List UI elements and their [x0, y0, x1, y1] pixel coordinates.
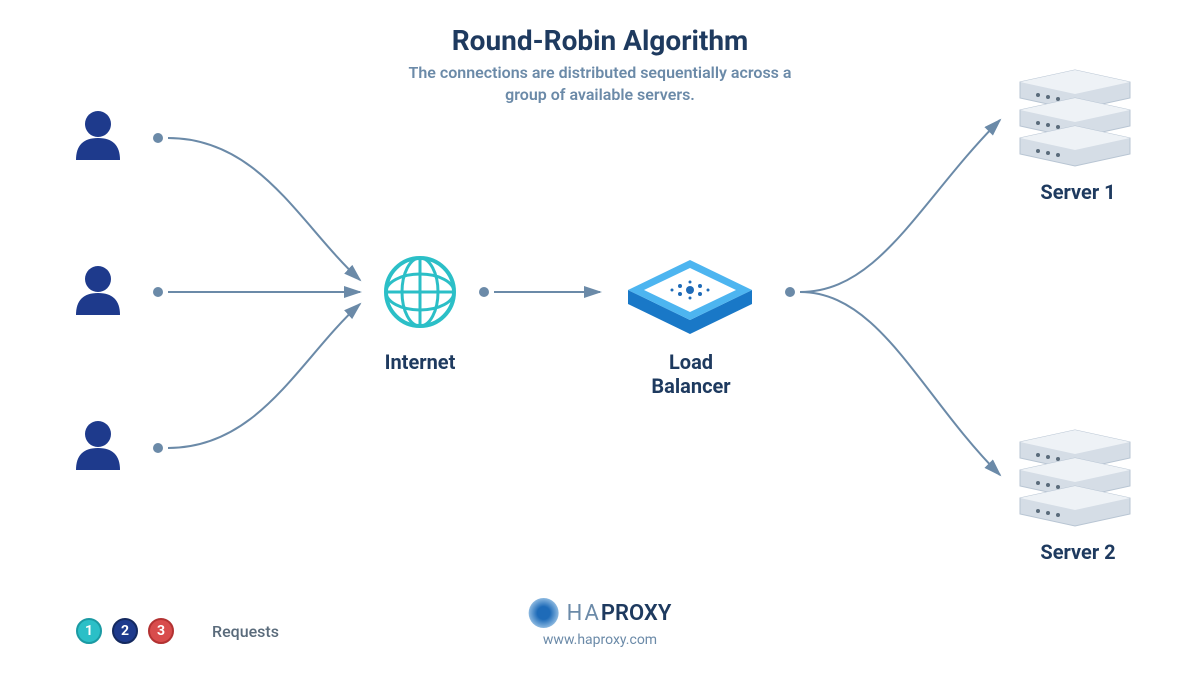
legend-dot-1: 1 — [76, 618, 102, 644]
internet-icon — [386, 258, 454, 326]
server-icon — [1020, 70, 1130, 166]
brand-name-pre: HA — [567, 601, 601, 626]
brand-name-post: PROXY — [601, 601, 671, 626]
brand-url: www.haproxy.com — [529, 632, 672, 648]
load-balancer-icon — [628, 260, 752, 334]
connector-dot — [153, 443, 163, 453]
legend-label: Requests — [212, 622, 279, 641]
flow-arrow — [168, 138, 360, 280]
load-balancer-label: Load Balancer — [636, 350, 746, 398]
server-icon — [1020, 430, 1130, 526]
connector-dot — [153, 133, 163, 143]
legend-dot-3: 3 — [148, 618, 174, 644]
brand-block: HAPROXY www.haproxy.com — [529, 598, 672, 648]
flow-arrow — [168, 304, 360, 448]
internet-label: Internet — [380, 350, 460, 374]
user-icon — [76, 266, 120, 315]
brand-name: HAPROXY — [529, 598, 672, 628]
legend-dot-2: 2 — [112, 618, 138, 644]
diagram-subtitle: The connections are distributed sequenti… — [390, 62, 810, 107]
user-icon — [76, 421, 120, 470]
legend: 1 2 3 Requests — [76, 618, 279, 644]
flow-arrow — [800, 292, 1000, 475]
diagram-title: Round-Robin Algorithm — [452, 24, 749, 57]
server1-label: Server 1 — [1028, 180, 1128, 204]
brand-logo-icon — [529, 598, 559, 628]
connector-dot — [785, 287, 795, 297]
server2-label: Server 2 — [1028, 540, 1128, 564]
user-icon — [76, 111, 120, 160]
connector-dot — [153, 287, 163, 297]
flow-arrow — [800, 120, 1000, 292]
connector-dot — [479, 287, 489, 297]
